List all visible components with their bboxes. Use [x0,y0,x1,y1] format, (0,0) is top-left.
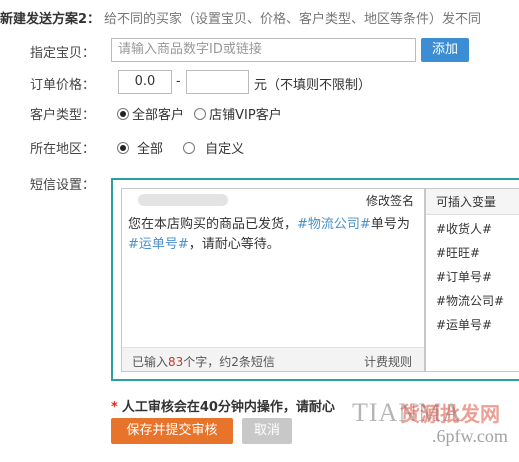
price-unit-note: 元（不填则不限制） [254,78,372,93]
price-separator: - [176,74,181,89]
sms-content-text[interactable]: 您在本店购买的商品已发货，#物流公司#单号为#运单号#，请耐心等待。 [128,215,418,255]
required-star: * [111,400,118,415]
radio-vip-customers[interactable]: 店铺VIP客户 [194,104,282,123]
radio-unchecked-icon [194,108,207,120]
product-label: 指定宝贝： [30,46,96,61]
watermark-logo: .6pfw.com [432,426,508,446]
region-radio-group: 全部 自定义 [117,138,250,157]
sms-editor-footer: 已输入83个字，约2条短信 计费规则 [122,347,424,371]
variable-item[interactable]: #运单号# [426,313,519,337]
radio-region-all[interactable]: 全部 [117,138,163,157]
radio-unchecked-icon [183,142,196,154]
variable-item[interactable]: #收货人# [426,217,519,241]
variable-item[interactable]: #物流公司# [426,289,519,313]
customer-type-radio-group: 全部客户 店铺VIP客户 [117,104,288,123]
shop-signature-blurred [138,194,228,206]
variable-logistics-company: #物流公司# [297,217,371,232]
region-label: 所在地区： [30,142,96,157]
price-min-input[interactable]: 0.0 [118,70,172,94]
add-product-button[interactable]: 添加 [421,38,469,62]
character-count: 已输入83个字，约2条短信 [132,355,275,369]
variable-item[interactable]: #订单号# [426,265,519,289]
cancel-button[interactable]: 取消 [242,418,292,444]
review-notice: * 人工审核会在40分钟内操作，请耐心 [111,400,335,415]
price-label: 订单价格： [30,78,96,93]
radio-checked-icon [117,108,129,120]
character-count-number: 83 [168,355,184,369]
variables-title: 可插入变量 [426,189,519,215]
save-and-submit-button[interactable]: 保存并提交审核 [111,418,233,444]
product-input[interactable]: 请输入商品数字ID或链接 [111,38,416,62]
customer-type-label: 客户类型： [30,108,96,123]
section-title: 新建发送方案2： [0,12,101,27]
insertable-variables-panel: 可插入变量 #收货人# #旺旺# #订单号# #物流公司# #运单号# [425,188,519,372]
radio-checked-icon [117,142,129,154]
billing-rule-link[interactable]: 计费规则 [364,353,412,370]
sms-editor-toolbar: 修改签名 [122,189,424,211]
section-description: 给不同的买家（设置宝贝、价格、客户类型、地区等条件）发不同 [104,12,482,27]
variable-item[interactable]: #旺旺# [426,241,519,265]
sms-editor[interactable]: 修改签名 您在本店购买的商品已发货，#物流公司#单号为#运单号#，请耐心等待。 … [121,188,425,372]
watermark-logo: 货源批发网 [400,402,500,426]
section-header: 新建发送方案2： 给不同的买家（设置宝贝、价格、客户类型、地区等条件）发不同 [0,8,481,27]
sms-label: 短信设置： [30,178,96,193]
radio-all-customers[interactable]: 全部客户 [117,104,184,123]
price-max-input[interactable] [186,70,249,94]
modify-signature-link[interactable]: 修改签名 [366,192,414,209]
sms-settings-panel: 修改签名 您在本店购买的商品已发货，#物流公司#单号为#运单号#，请耐心等待。 … [111,178,519,381]
radio-region-custom[interactable]: 自定义 [183,138,244,157]
variable-waybill-number: #运单号# [128,237,189,252]
